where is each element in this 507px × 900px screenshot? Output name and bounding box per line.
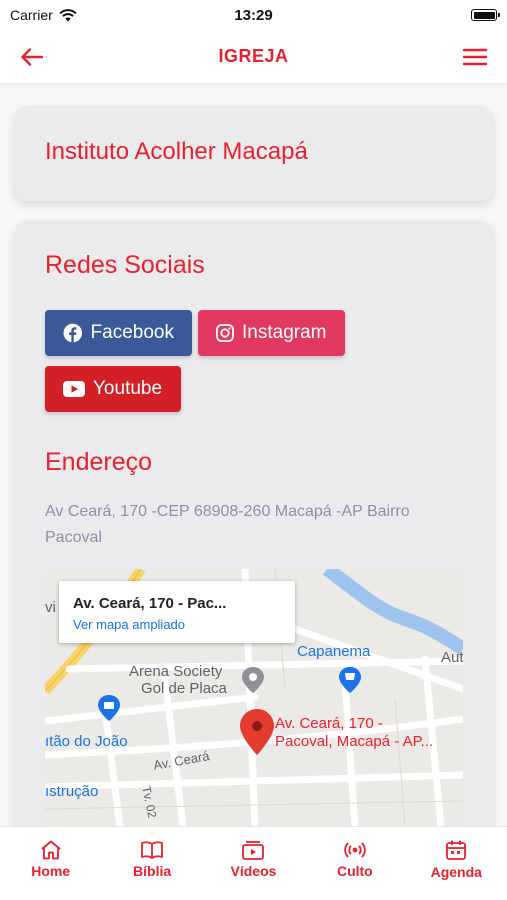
map-label-arena-1: Arena Society [129,663,223,680]
menu-button[interactable] [461,43,489,71]
embedded-map[interactable]: Av. Ceará, 170 - Pac... Ver mapa ampliad… [45,569,463,827]
info-card: Redes Sociais Facebook Instagram Youtube [15,221,493,841]
tab-videos-label: Vídeos [230,863,277,879]
wifi-icon [59,8,77,21]
map-label-arena-2: Gol de Placa [141,680,227,697]
tab-bible-label: Bíblia [133,863,172,879]
instagram-label: Instagram [242,322,327,343]
facebook-label: Facebook [90,322,174,343]
carrier-label: Carrier [10,7,53,23]
tab-agenda[interactable]: Agenda [411,839,501,880]
map-popup: Av. Ceará, 170 - Pac... Ver mapa ampliad… [59,581,295,643]
map-label-capanema: Capanema [297,643,371,660]
tab-home[interactable]: Home [6,840,96,879]
status-bar: Carrier 13:29 [0,0,507,30]
instagram-button[interactable]: Instagram [198,310,345,356]
page-title: IGREJA [218,46,289,66]
tab-service-label: Culto [336,863,373,879]
tab-bible[interactable]: Bíblia [107,840,197,879]
map-label-aut: Aut [441,649,463,666]
youtube-icon [63,381,85,397]
view-larger-map-link[interactable]: Ver mapa ampliado [73,617,281,632]
map-label-construcao: ıstrução [45,783,99,800]
status-left: Carrier [10,7,77,23]
back-button[interactable] [18,43,46,71]
address-section-title: Endereço [45,448,153,476]
facebook-button[interactable]: Facebook [45,310,192,356]
home-icon [41,840,61,860]
arrow-left-icon [21,47,43,66]
book-icon [141,841,163,859]
tab-videos[interactable]: Vídeos [208,840,298,879]
top-navbar: IGREJA [0,30,507,84]
church-name: Instituto Acolher Macapá [45,138,308,165]
address-text: Av Ceará, 170 -CEP 68908-260 Macapá -AP … [45,503,410,546]
hamburger-menu-icon [463,48,487,65]
map-label-pin-line1: Av. Ceará, 170 - [275,715,383,732]
battery-icon [471,9,500,21]
youtube-button[interactable]: Youtube [45,366,181,412]
tab-home-label: Home [31,863,71,879]
video-icon [242,841,265,860]
map-label-pin-line2: Pacoval, Macapá - AP... [275,733,434,750]
tab-agenda-label: Agenda [430,864,482,880]
social-buttons: Facebook Instagram Youtube [45,310,375,412]
broadcast-icon [344,842,366,858]
map-popup-title: Av. Ceará, 170 - Pac... [73,595,227,612]
social-section-title: Redes Sociais [45,251,205,279]
facebook-icon [63,323,83,343]
map-label-vi: vi [45,599,56,616]
church-name-card: Instituto Acolher Macapá [15,106,493,201]
bottom-tab-bar: Home Bíblia Vídeos Culto Agenda [0,826,507,900]
map-label-joao: ıtão do João [45,733,128,750]
tab-service[interactable]: Culto [310,840,400,879]
youtube-label: Youtube [93,378,163,399]
calendar-icon [446,840,467,860]
instagram-icon [216,324,234,342]
